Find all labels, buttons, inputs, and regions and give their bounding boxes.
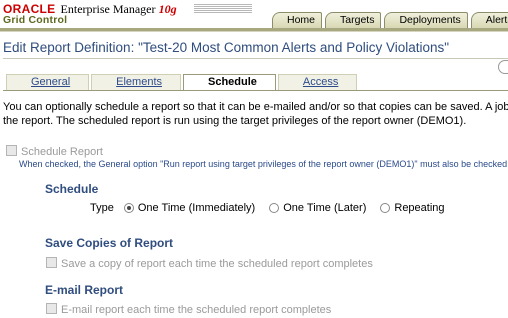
tab-deployments[interactable]: Deployments	[384, 12, 468, 28]
partial-button[interactable]	[498, 60, 508, 74]
logo-subtitle: Grid Control	[3, 14, 68, 26]
email-report-option: E-mail report each time the scheduled re…	[46, 303, 331, 316]
report-subtabs: General Elements Schedule Access	[6, 74, 359, 90]
radio-repeating-label: Repeating	[394, 202, 445, 214]
schedule-report-label: Schedule Report	[21, 146, 103, 158]
radio-immediately-label: One Time (Immediately)	[137, 202, 256, 214]
radio-option-later[interactable]: One Time (Later)	[269, 202, 366, 214]
schedule-report-option: Schedule Report	[6, 145, 103, 158]
intro-text: You can optionally schedule a report so …	[3, 100, 508, 128]
schedule-type-label: Type	[90, 202, 114, 214]
app-header: ORACLE Enterprise Manager 10g Grid Contr…	[0, 0, 508, 28]
schedule-type-row: Type One Time (Immediately) One Time (La…	[90, 202, 459, 214]
email-report-heading: E-mail Report	[45, 283, 124, 297]
global-tabs: Home Targets Deployments Alerts	[272, 12, 508, 28]
page-title: Edit Report Definition: "Test-20 Most Co…	[3, 40, 450, 55]
subtab-divider	[3, 90, 508, 91]
radio-repeating[interactable]	[380, 203, 391, 213]
logo-stripe-decoration	[194, 4, 252, 14]
logo-product-text: Enterprise Manager	[60, 2, 156, 16]
logo-version-text: 10g	[158, 2, 177, 16]
schedule-report-hint: When checked, the General option "Run re…	[19, 159, 508, 169]
save-copy-checkbox[interactable]	[46, 257, 57, 268]
title-divider	[3, 58, 508, 59]
tab-home[interactable]: Home	[272, 12, 323, 28]
intro-line-1: You can optionally schedule a report so …	[3, 101, 508, 113]
schedule-heading: Schedule	[45, 182, 99, 196]
subtab-general[interactable]: General	[6, 74, 90, 90]
subtab-schedule[interactable]: Schedule	[183, 74, 276, 90]
radio-later[interactable]	[269, 203, 280, 213]
schedule-report-checkbox[interactable]	[6, 145, 17, 156]
radio-option-immediately[interactable]: One Time (Immediately)	[123, 202, 256, 214]
intro-line-2: the report. The scheduled report is run …	[3, 115, 467, 127]
radio-option-repeating[interactable]: Repeating	[380, 202, 445, 214]
email-report-label: E-mail report each time the scheduled re…	[61, 304, 332, 316]
header-divider-light	[0, 31, 508, 32]
save-copies-heading: Save Copies of Report	[45, 236, 174, 250]
tab-alerts[interactable]: Alerts	[470, 12, 508, 28]
save-copy-option: Save a copy of report each time the sche…	[46, 257, 373, 270]
subtab-elements[interactable]: Elements	[91, 74, 181, 90]
tab-targets[interactable]: Targets	[325, 12, 382, 28]
save-copy-label: Save a copy of report each time the sche…	[61, 258, 373, 270]
radio-later-label: One Time (Later)	[283, 202, 367, 214]
radio-immediately[interactable]	[123, 203, 134, 213]
subtab-access[interactable]: Access	[277, 74, 358, 90]
email-report-checkbox[interactable]	[46, 303, 57, 314]
